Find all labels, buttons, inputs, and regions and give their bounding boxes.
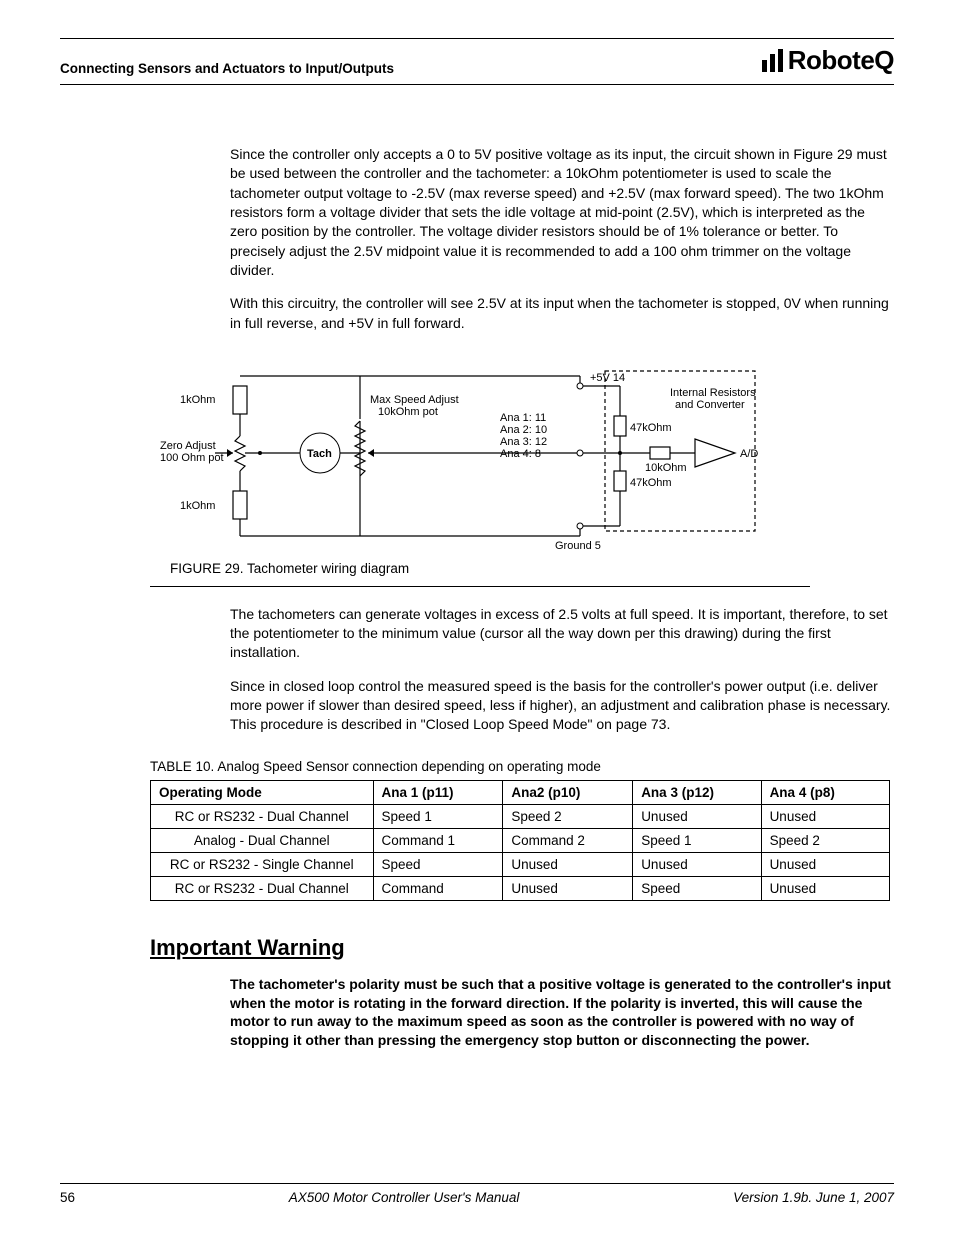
svg-text:Internal Resistors: Internal Resistors <box>670 387 756 399</box>
cell: Speed 2 <box>761 828 889 852</box>
cell: Unused <box>761 804 889 828</box>
table-row: RC or RS232 - Dual Channel Command Unuse… <box>151 876 890 900</box>
table-row: Analog - Dual Channel Command 1 Command … <box>151 828 890 852</box>
svg-text:100 Ohm pot: 100 Ohm pot <box>160 452 224 464</box>
body-copy-2: The tachometers can generate voltages in… <box>230 605 894 735</box>
col-header: Ana 1 (p11) <box>373 780 503 804</box>
page: Connecting Sensors and Actuators to Inpu… <box>0 0 954 1235</box>
paragraph: Since in closed loop control the measure… <box>230 677 894 735</box>
table-caption: TABLE 10. Analog Speed Sensor connection… <box>150 759 894 774</box>
svg-text:Tach: Tach <box>307 448 332 460</box>
table-title-text: Analog Speed Sensor connection depending… <box>217 759 601 774</box>
cell: Speed 2 <box>503 804 633 828</box>
svg-text:Ana 1: 11: Ana 1: 11 <box>500 412 546 424</box>
col-header: Ana 4 (p8) <box>761 780 889 804</box>
cell: RC or RS232 - Dual Channel <box>151 804 374 828</box>
svg-text:1kOhm: 1kOhm <box>180 500 215 512</box>
page-footer: 56 AX500 Motor Controller User's Manual … <box>60 1183 894 1205</box>
svg-text:Ana 4: 8: Ana 4: 8 <box>500 448 541 460</box>
cell: Unused <box>633 804 761 828</box>
svg-text:Ana 2: 10: Ana 2: 10 <box>500 424 547 436</box>
svg-text:Zero Adjust: Zero Adjust <box>160 440 216 452</box>
table-row: RC or RS232 - Single Channel Speed Unuse… <box>151 852 890 876</box>
figure-text: Tachometer wiring diagram <box>247 561 409 576</box>
paragraph: The tachometers can generate voltages in… <box>230 605 894 663</box>
svg-text:10kOhm pot: 10kOhm pot <box>378 406 438 418</box>
cell: Command <box>373 876 503 900</box>
svg-text:1kOhm: 1kOhm <box>180 394 215 406</box>
figure-number: FIGURE 29. <box>170 561 244 576</box>
svg-text:Max Speed Adjust: Max Speed Adjust <box>370 394 459 406</box>
col-header: Ana 3 (p12) <box>633 780 761 804</box>
table-row: RC or RS232 - Dual Channel Speed 1 Speed… <box>151 804 890 828</box>
logo-bars-icon <box>762 49 783 72</box>
brand-text: RoboteQ <box>788 45 894 76</box>
cell: Speed <box>373 852 503 876</box>
table-number: TABLE 10. <box>150 759 214 774</box>
figure-29: .ln { stroke:#000; stroke-width:1.2; fil… <box>150 361 810 587</box>
cell: Speed 1 <box>633 828 761 852</box>
footer-version: Version 1.9b. June 1, 2007 <box>733 1190 894 1205</box>
cell: Unused <box>761 876 889 900</box>
svg-text:and Converter: and Converter <box>675 399 745 411</box>
svg-text:10kOhm: 10kOhm <box>645 462 687 474</box>
body-copy: Since the controller only accepts a 0 to… <box>230 145 894 333</box>
cell: Analog - Dual Channel <box>151 828 374 852</box>
cell: Unused <box>503 852 633 876</box>
col-header: Operating Mode <box>151 780 374 804</box>
cell: RC or RS232 - Dual Channel <box>151 876 374 900</box>
footer-title: AX500 Motor Controller User's Manual <box>289 1190 520 1205</box>
table-10: Operating Mode Ana 1 (p11) Ana2 (p10) An… <box>150 780 890 901</box>
cell: Unused <box>633 852 761 876</box>
page-number: 56 <box>60 1190 75 1205</box>
section-title: Connecting Sensors and Actuators to Inpu… <box>60 55 394 76</box>
paragraph: With this circuitry, the controller will… <box>230 294 894 333</box>
cell: Unused <box>761 852 889 876</box>
figure-caption: FIGURE 29. Tachometer wiring diagram <box>170 561 810 576</box>
cell: Speed 1 <box>373 804 503 828</box>
warning-body: The tachometer's polarity must be such t… <box>230 975 894 1051</box>
svg-text:Ground 5: Ground 5 <box>555 540 601 551</box>
circuit-diagram: .ln { stroke:#000; stroke-width:1.2; fil… <box>160 361 800 551</box>
svg-text:+5V 14: +5V 14 <box>590 372 625 384</box>
svg-text:A/D: A/D <box>740 448 758 460</box>
table-header-row: Operating Mode Ana 1 (p11) Ana2 (p10) An… <box>151 780 890 804</box>
svg-text:Ana 3: 12: Ana 3: 12 <box>500 436 547 448</box>
cell: Unused <box>503 876 633 900</box>
cell: Command 2 <box>503 828 633 852</box>
warning-heading: Important Warning <box>150 935 894 961</box>
header-bar: Connecting Sensors and Actuators to Inpu… <box>60 38 894 85</box>
paragraph: Since the controller only accepts a 0 to… <box>230 145 894 280</box>
col-header: Ana2 (p10) <box>503 780 633 804</box>
svg-text:47kOhm: 47kOhm <box>630 477 672 489</box>
svg-text:47kOhm: 47kOhm <box>630 422 672 434</box>
brand-logo: RoboteQ <box>762 45 894 76</box>
cell: Speed <box>633 876 761 900</box>
cell: Command 1 <box>373 828 503 852</box>
cell: RC or RS232 - Single Channel <box>151 852 374 876</box>
